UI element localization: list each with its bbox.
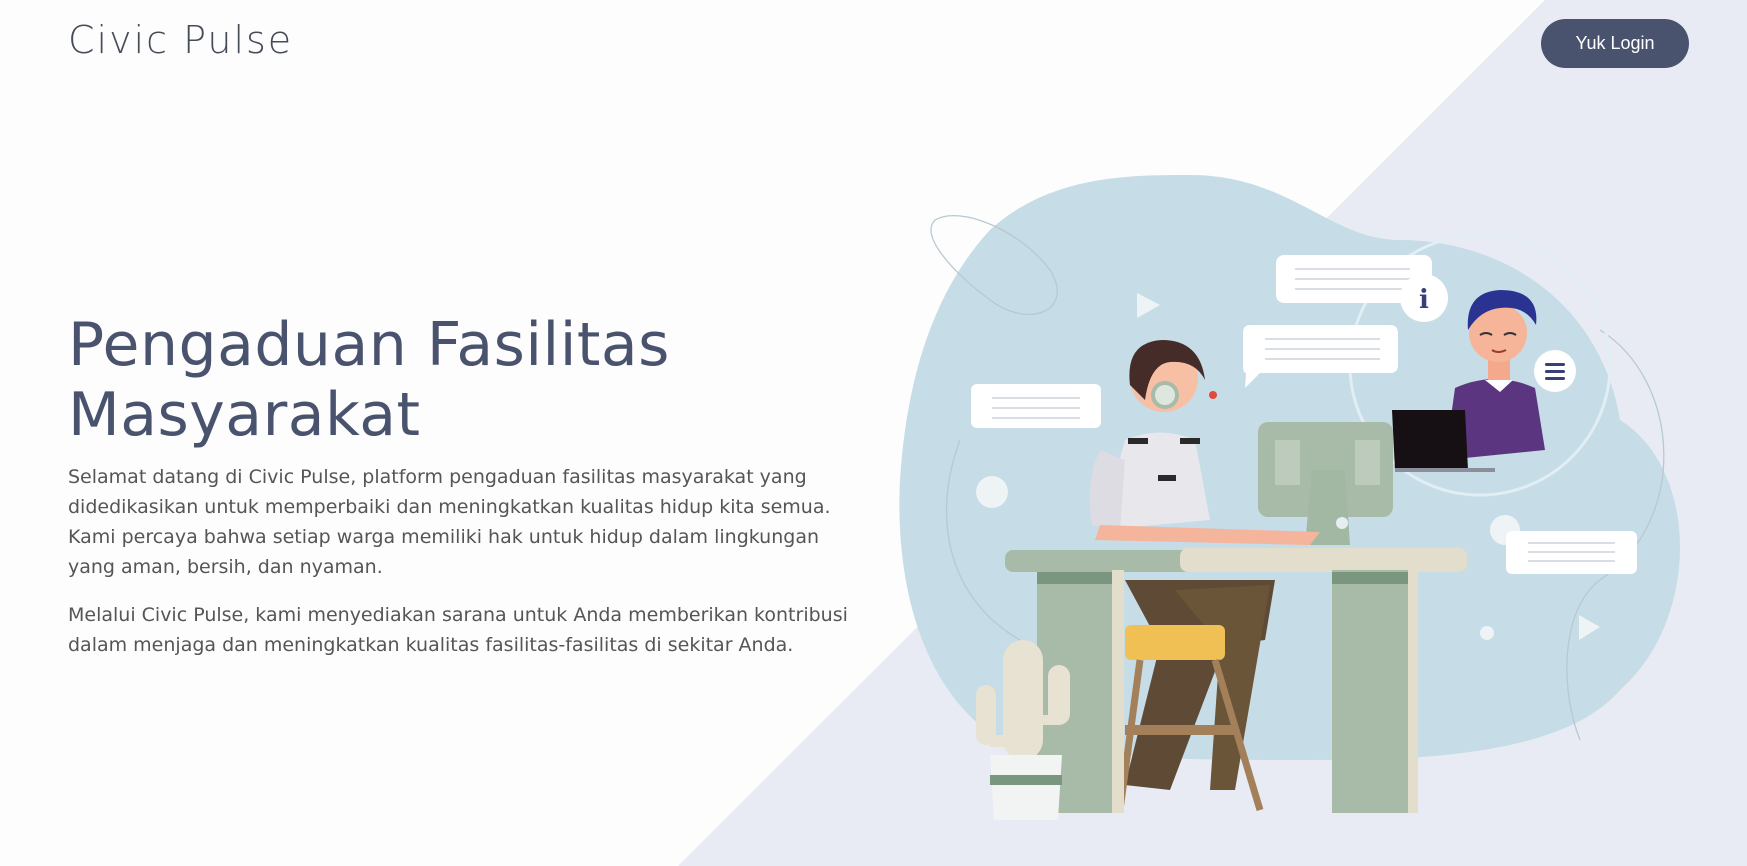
deco-dot — [1480, 626, 1494, 640]
chat-bubble — [971, 384, 1101, 428]
hero-title-line1: Pengaduan Fasilitas — [68, 310, 670, 380]
info-icon: i — [1419, 285, 1429, 315]
menu-icon — [1545, 363, 1565, 366]
login-button[interactable]: Yuk Login — [1541, 19, 1689, 68]
hero-intro-paragraph: Selamat datang di Civic Pulse, platform … — [68, 466, 831, 578]
customer-service-illustration: i — [899, 175, 1680, 820]
laptop — [1392, 410, 1468, 470]
deco-dot — [976, 476, 1008, 508]
brand-logo[interactable]: Civic Pulse — [68, 18, 293, 62]
hero-mission-paragraph: Melalui Civic Pulse, kami menyediakan sa… — [68, 604, 848, 656]
hero-section: Pengaduan Fasilitas Masyarakat Selamat d… — [68, 310, 868, 660]
hero-title: Pengaduan Fasilitas Masyarakat — [68, 310, 868, 450]
hero-title-line2: Masyarakat — [68, 380, 421, 450]
